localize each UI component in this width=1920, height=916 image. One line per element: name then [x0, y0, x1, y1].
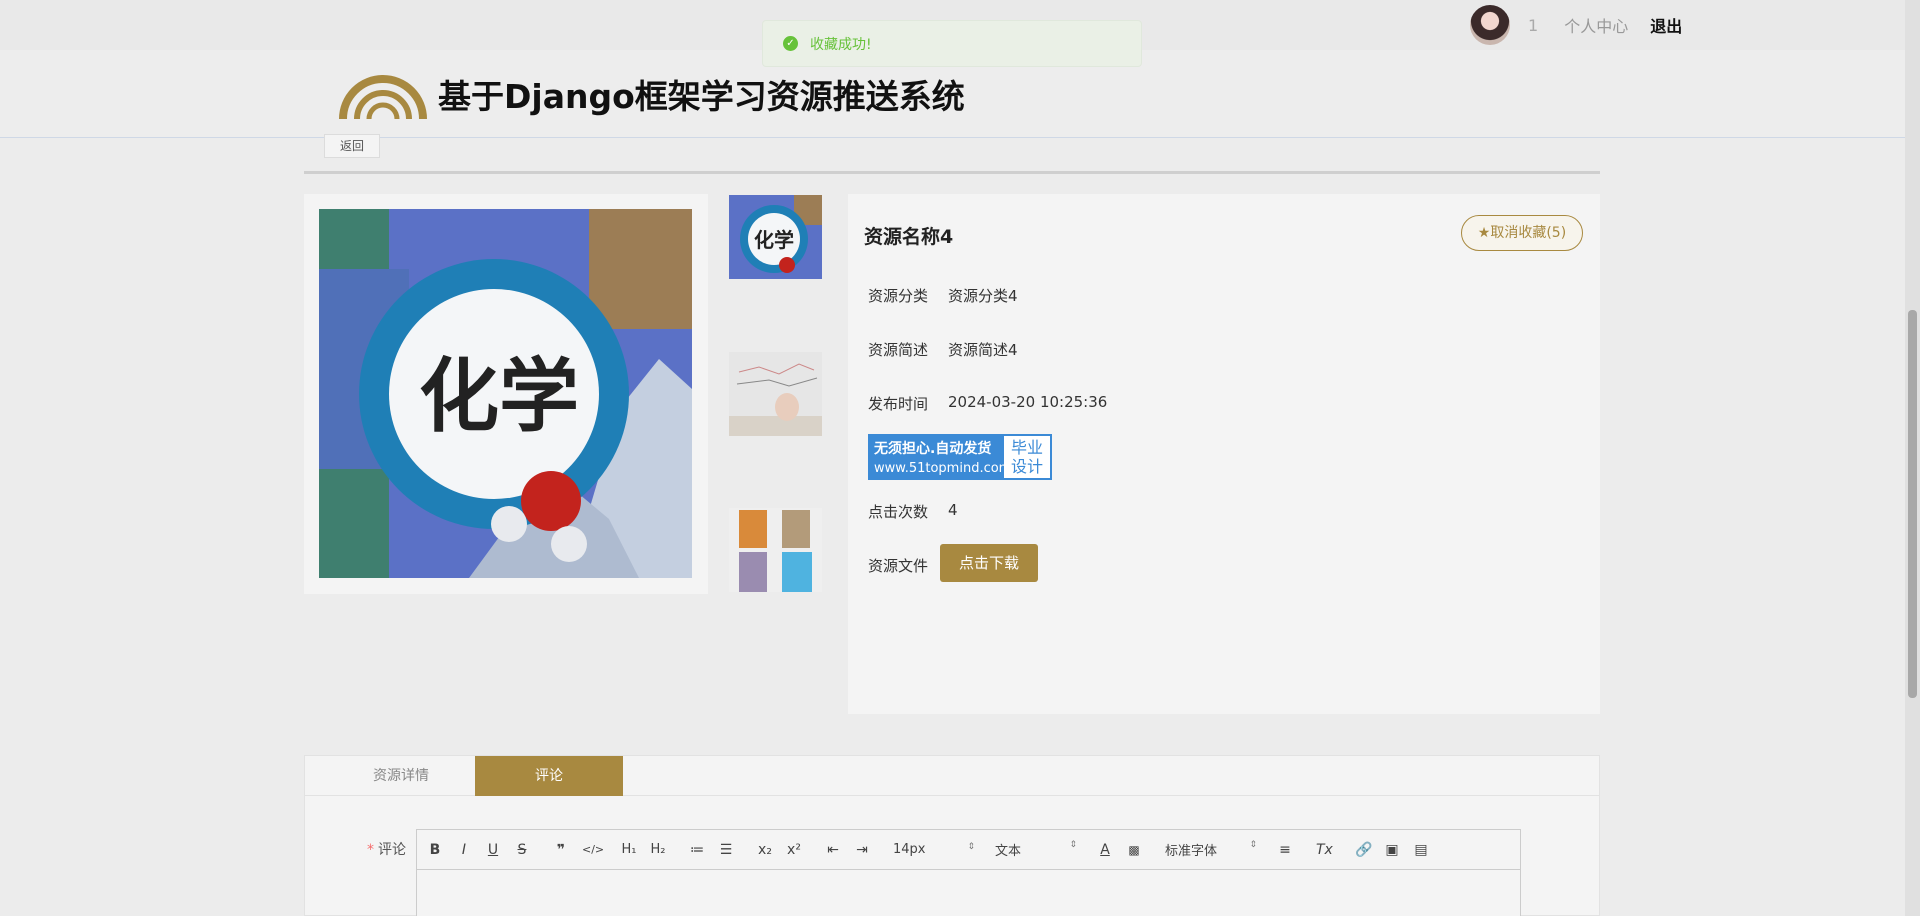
field-file: 资源文件 点击下载 — [868, 544, 1038, 582]
user-area: 1 个人中心 退出 — [1470, 5, 1682, 45]
ad-banner[interactable]: 无须担心.自动发货 www.51topmind.com 毕业 设计 — [868, 434, 1052, 480]
download-button[interactable]: 点击下载 — [940, 544, 1038, 582]
ad-left: 无须担心.自动发货 www.51topmind.com — [870, 436, 1012, 478]
bullet-list-icon[interactable]: ☰ — [718, 842, 734, 858]
bold-icon[interactable]: B — [427, 842, 443, 858]
divider — [304, 171, 1600, 174]
field-publish-time: 发布时间 2024-03-20 10:25:36 — [868, 393, 1107, 414]
site-title: 基于Django框架学习资源推送系统 — [438, 77, 965, 116]
comment-label: * 评论 — [367, 839, 406, 859]
blockquote-icon[interactable]: ❞ — [553, 842, 569, 858]
tab-details[interactable]: 资源详情 — [327, 756, 475, 796]
field-value: 资源简述4 — [948, 341, 1018, 359]
success-toast: ✓ 收藏成功! — [762, 20, 1142, 67]
field-label: 资源分类 — [868, 287, 929, 305]
field-value: 4 — [948, 501, 958, 519]
comment-label-text: 评论 — [378, 842, 406, 858]
field-summary: 资源简述 资源简述4 — [868, 339, 1018, 360]
indent-icon[interactable]: ⇥ — [854, 842, 870, 858]
tab-comments[interactable]: 评论 — [475, 756, 623, 796]
font-family-select[interactable]: 标准字体 ⇕ — [1165, 840, 1257, 859]
field-category: 资源分类 资源分类4 — [868, 285, 1018, 306]
italic-icon[interactable]: I — [456, 842, 472, 858]
block-type-select[interactable]: 文本 ⇕ — [995, 840, 1077, 859]
resource-title: 资源名称4 — [864, 226, 954, 248]
ad-right1: 毕业 — [1010, 438, 1043, 457]
subscript-icon[interactable]: x₂ — [757, 842, 773, 858]
back-button[interactable]: 返回 — [324, 134, 380, 158]
video-icon[interactable]: ▤ — [1413, 842, 1429, 858]
background-color-icon[interactable]: ▩ — [1126, 843, 1142, 857]
ad-right: 毕业 设计 — [1004, 436, 1050, 478]
select-caret-icon: ⇕ — [1249, 840, 1257, 850]
logo-icon — [339, 75, 427, 120]
header2-icon[interactable]: H₂ — [650, 842, 666, 857]
align-icon[interactable]: ≡ — [1277, 842, 1293, 858]
ad-line2: www.51topmind.com — [874, 461, 1012, 476]
scrollbar-thumb[interactable] — [1908, 310, 1917, 698]
thumbnail-3[interactable] — [729, 508, 822, 592]
outdent-icon[interactable]: ⇤ — [825, 842, 841, 858]
main-resource-image: 化学 — [319, 209, 692, 578]
tab-bar: 资源详情 评论 — [305, 756, 1599, 796]
font-color-icon[interactable]: A — [1097, 842, 1113, 858]
toast-message: 收藏成功! — [810, 36, 872, 53]
editor-toolbar: B I U S ❞ </> H₁ H₂ ≔ ☰ x₂ x² ⇤ ⇥ 14px ⇕ … — [417, 830, 1520, 870]
font-family-value: 标准字体 — [1165, 844, 1218, 859]
field-label: 资源简述 — [868, 341, 929, 359]
font-size-value: 14px — [893, 842, 926, 857]
resource-info-panel: 资源名称4 ★取消收藏(5) 资源分类 资源分类4 资源简述 资源简述4 发布时… — [848, 194, 1600, 714]
main-image-container: 化学 — [304, 194, 708, 594]
check-circle-icon: ✓ — [783, 36, 798, 51]
field-label: 点击次数 — [868, 503, 929, 521]
logout-link[interactable]: 退出 — [1650, 13, 1682, 37]
scrollbar[interactable] — [1905, 0, 1920, 916]
underline-icon[interactable]: U — [485, 842, 501, 858]
tabs-container: 资源详情 评论 * 评论 B I U S ❞ </> H₁ H₂ ≔ ☰ x₂ x… — [304, 755, 1600, 916]
field-label: 资源文件 — [868, 557, 929, 575]
field-clicks: 点击次数 4 — [868, 501, 958, 522]
unfavorite-button[interactable]: ★取消收藏(5) — [1461, 215, 1583, 251]
clear-format-icon[interactable]: Tx — [1316, 842, 1333, 858]
ordered-list-icon[interactable]: ≔ — [689, 842, 705, 858]
required-mark: * — [367, 842, 374, 858]
comment-editor[interactable]: B I U S ❞ </> H₁ H₂ ≔ ☰ x₂ x² ⇤ ⇥ 14px ⇕ … — [416, 829, 1521, 916]
user-center-link[interactable]: 个人中心 — [1564, 13, 1628, 37]
header1-icon[interactable]: H₁ — [621, 842, 637, 857]
svg-text:化学: 化学 — [754, 228, 794, 252]
ad-right2: 设计 — [1010, 457, 1043, 476]
thumbnail-2[interactable] — [729, 352, 822, 436]
ad-line1: 无须担心.自动发货 — [874, 441, 992, 457]
select-caret-icon: ⇕ — [967, 842, 975, 852]
svg-text:化学: 化学 — [419, 349, 579, 443]
select-caret-icon: ⇕ — [1069, 840, 1077, 850]
code-block-icon[interactable]: </> — [582, 843, 604, 856]
avatar[interactable] — [1470, 5, 1510, 45]
thumbnail-1[interactable]: 化学 — [729, 195, 822, 279]
image-icon[interactable]: ▣ — [1384, 842, 1400, 858]
user-count: 1 — [1528, 15, 1539, 35]
field-value: 2024-03-20 10:25:36 — [948, 393, 1108, 411]
block-type-value: 文本 — [995, 844, 1022, 859]
superscript-icon[interactable]: x² — [786, 842, 802, 858]
field-label: 发布时间 — [868, 395, 929, 413]
field-value: 资源分类4 — [948, 287, 1018, 305]
link-icon[interactable]: 🔗 — [1355, 842, 1372, 858]
strike-icon[interactable]: S — [514, 842, 530, 858]
font-size-select[interactable]: 14px ⇕ — [893, 842, 975, 857]
